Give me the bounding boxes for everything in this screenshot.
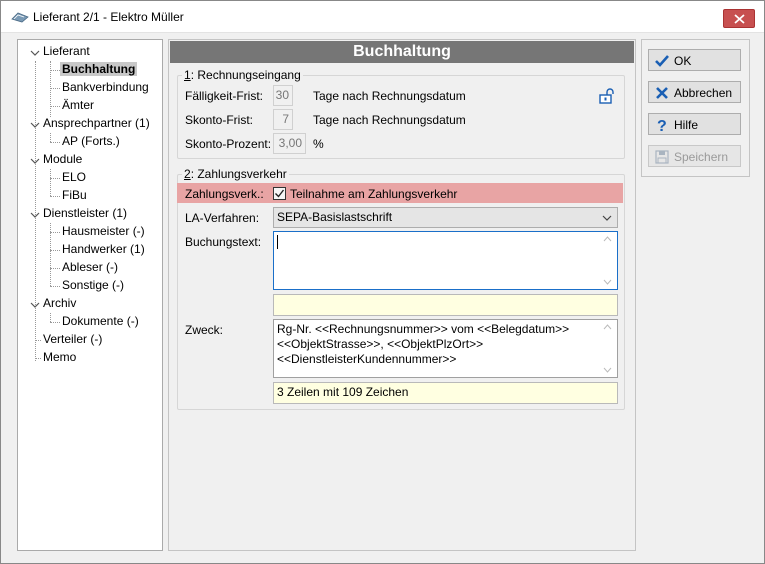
tree-item-fibu[interactable]: FiBu [62,187,87,203]
tree-item-hausmeister[interactable]: Hausmeister (-) [62,223,145,239]
skonto-frist-suffix: Tage nach Rechnungsdatum [313,113,466,127]
close-button[interactable] [723,9,755,28]
tree-line [50,313,51,322]
tree-line [50,70,60,71]
buchungstext-textarea[interactable] [273,231,618,290]
chevron-down-icon[interactable] [30,48,40,58]
dialog-window: Lieferant 2/1 - Elektro Müller Lieferant [0,0,765,564]
tree-item-elo[interactable]: ELO [62,169,86,185]
zweck-line: Rg-Nr. <<Rechnungsnummer>> vom <<Belegda… [277,322,570,336]
scroll-down-icon[interactable] [603,367,612,373]
chevron-down-icon[interactable] [30,120,40,130]
chevron-down-icon[interactable] [30,300,40,310]
unlock-icon[interactable] [598,87,616,105]
close-icon [734,14,745,24]
tree-line [50,196,60,197]
tree-line [35,358,41,359]
zweck-info: 3 Zeilen mit 109 Zeichen [273,382,618,404]
tree-line [50,142,60,143]
la-verfahren-label: LA-Verfahren: [185,211,260,225]
skonto-prozent-input[interactable]: 3,00 [273,133,306,154]
tree-item-archiv[interactable]: Archiv [43,295,76,311]
group-legend-rechnungseingang: 1: Rechnungseingang [182,68,303,82]
tree-item-module[interactable]: Module [43,151,82,167]
tree-item-sonstige[interactable]: Sonstige (-) [62,277,124,293]
window-title: Lieferant 2/1 - Elektro Müller [33,10,184,24]
chevron-down-icon[interactable] [30,156,40,166]
zweck-line: <<ObjektStrasse>>, <<ObjektPlzOrt>> [277,337,484,351]
check-icon [275,189,285,198]
tree-item-ap-forts[interactable]: AP (Forts.) [62,133,120,149]
scroll-up-icon[interactable] [603,236,612,242]
tree-item-ableser[interactable]: Ableser (-) [62,259,118,275]
skonto-frist-input[interactable]: 7 [273,109,293,130]
check-icon [655,55,669,67]
skonto-prozent-suffix: % [313,137,324,151]
navigation-tree: Lieferant Buchhaltung Bankverbindung Ämt… [17,39,163,551]
la-verfahren-select[interactable]: SEPA-Basislastschrift [273,207,618,228]
ok-button[interactable]: OK [648,49,741,71]
tree-item-memo[interactable]: Memo [43,349,76,365]
save-icon [655,150,669,164]
zweck-label: Zweck: [185,323,224,337]
tree-line [50,133,51,142]
tree-item-dienstleister[interactable]: Dienstleister (1) [43,205,127,221]
teilnahme-label[interactable]: Teilnahme am Zahlungsverkehr [290,187,457,201]
page-title: Buchhaltung [170,41,634,63]
tree-line [50,322,60,323]
zweck-line: <<DienstleisterKundennummer>> [277,352,457,366]
help-button[interactable]: ? Hilfe [648,113,741,135]
tree-item-handwerker[interactable]: Handwerker (1) [62,241,145,257]
skonto-frist-label: Skonto-Frist: [185,113,254,127]
chevron-down-icon[interactable] [30,210,40,220]
tree-line [50,232,60,233]
titlebar: Lieferant 2/1 - Elektro Müller [1,1,764,33]
tree-item-dokumente[interactable]: Dokumente (-) [62,313,139,329]
tree-item-buchhaltung[interactable]: Buchhaltung [60,61,138,77]
faelligkeit-suffix: Tage nach Rechnungsdatum [313,89,466,103]
window-icon [11,12,29,23]
tree-item-aemter[interactable]: Ämter [62,97,94,113]
tree-line [50,268,60,269]
tree-item-lieferant[interactable]: Lieferant [43,43,90,59]
tree-line [50,106,60,107]
x-icon [656,87,668,99]
tree-line [50,178,60,179]
scroll-up-icon[interactable] [603,324,612,330]
group-legend-zahlungsverkehr: 2: Zahlungsverkehr [182,167,289,181]
cancel-button[interactable]: Abbrechen [648,81,741,103]
zweck-textarea[interactable]: Rg-Nr. <<Rechnungsnummer>> vom <<Belegda… [273,319,618,378]
tree-line [50,169,51,196]
tree-line [50,250,60,251]
zahlungsverk-label: Zahlungsverk.: [185,187,264,201]
scroll-down-icon[interactable] [603,279,612,285]
buchungstext-info [273,294,618,316]
save-button[interactable]: Speichern [648,145,741,167]
question-icon: ? [657,118,667,133]
text-cursor [277,235,278,249]
la-verfahren-value: SEPA-Basislastschrift [277,210,393,224]
chevron-down-icon [602,215,612,221]
tree-item-ansprechpartner[interactable]: Ansprechpartner (1) [43,115,150,131]
skonto-prozent-label: Skonto-Prozent: [185,137,272,151]
faelligkeit-input[interactable]: 30 [273,85,293,106]
tree-line [50,88,60,89]
tree-line [50,286,60,287]
faelligkeit-label: Fälligkeit-Frist: [185,89,264,103]
tree-line [35,340,41,341]
tree-item-verteiler[interactable]: Verteiler (-) [43,331,102,347]
tree-item-bankverbindung[interactable]: Bankverbindung [62,79,149,95]
buchungstext-label: Buchungstext: [185,235,262,249]
teilnahme-checkbox[interactable] [273,187,286,200]
svg-text:?: ? [657,118,667,133]
